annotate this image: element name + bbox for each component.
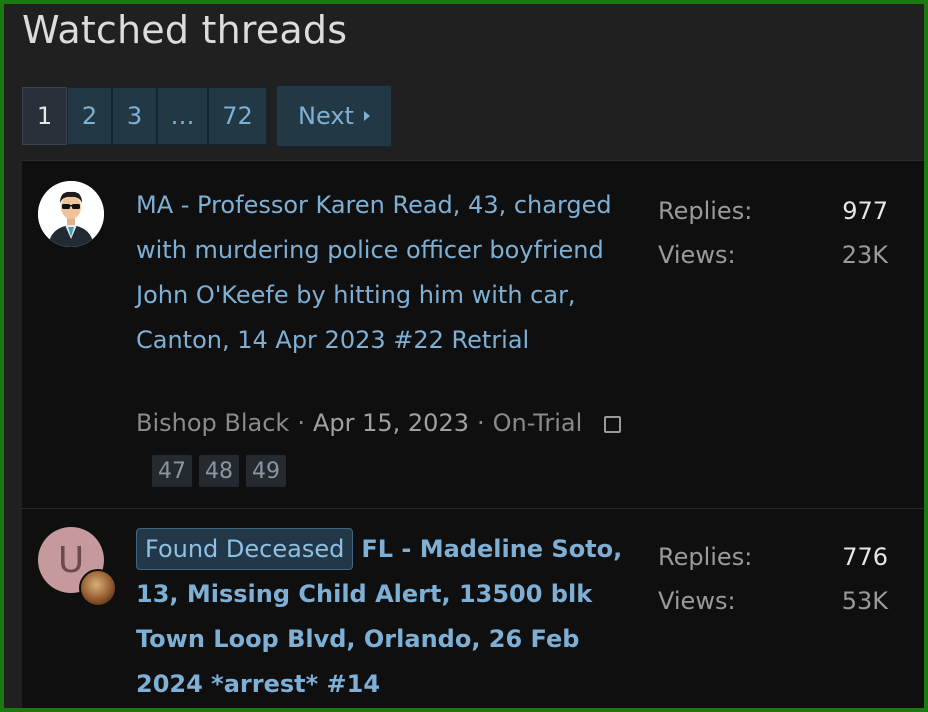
thread-stats: Replies: 776 Views: 53K [658, 535, 888, 623]
thread-title: Found Deceased FL - Madeline Soto, 13, Mi… [136, 527, 636, 707]
thread-page-link[interactable]: 47 [152, 455, 192, 487]
replies-count: 776 [842, 543, 888, 571]
views-row: Views: 23K [658, 233, 888, 277]
avatar-letter: U [57, 539, 85, 581]
thread-stats: Replies: 977 Views: 23K [658, 189, 888, 277]
thread-prefix-badge[interactable]: Found Deceased [136, 528, 354, 570]
thread-list: MA - Professor Karen Read, 43, charged w… [22, 160, 924, 708]
page-1-link[interactable]: 1 [22, 87, 67, 145]
page-jump-ellipsis[interactable]: … [157, 87, 208, 145]
replies-label: Replies: [658, 197, 753, 225]
thread-page-links: 47 48 49 [152, 455, 286, 487]
meta-separator: · [477, 409, 485, 437]
replies-row: Replies: 977 [658, 189, 888, 233]
replies-label: Replies: [658, 543, 753, 571]
page-72-link[interactable]: 72 [208, 87, 267, 145]
meta-separator: · [297, 409, 305, 437]
avatar[interactable] [38, 181, 104, 247]
thread-row: MA - Professor Karen Read, 43, charged w… [22, 161, 924, 509]
views-row: Views: 53K [658, 579, 888, 623]
page-3-link[interactable]: 3 [112, 87, 157, 145]
user-avatar-icon [38, 181, 104, 247]
thread-start-date[interactable]: Apr 15, 2023 [313, 409, 469, 437]
next-label: Next [298, 102, 354, 130]
page-2-link[interactable]: 2 [67, 87, 112, 145]
thread-title-link[interactable]: MA - Professor Karen Read, 43, charged w… [136, 183, 636, 363]
thread-author-link[interactable]: Bishop Black [136, 409, 289, 437]
chevron-right-icon [363, 111, 370, 121]
pagination: 1 2 3 … 72 Next [22, 85, 392, 147]
views-count: 53K [841, 587, 888, 615]
thread-page-link[interactable]: 48 [199, 455, 239, 487]
views-count: 23K [841, 241, 888, 269]
replies-count: 977 [842, 197, 888, 225]
thread-meta: Bishop Black · Apr 15, 2023 · On-Trial [136, 409, 582, 437]
last-poster-avatar[interactable] [79, 569, 117, 607]
checkbox-icon[interactable] [604, 416, 621, 433]
thread-forum-link[interactable]: On-Trial [493, 409, 583, 437]
thread-row: U Found Deceased FL - Madeline Soto, 13, … [22, 509, 924, 708]
page-title: Watched threads [22, 8, 348, 52]
views-label: Views: [658, 241, 736, 269]
thread-page-link[interactable]: 49 [246, 455, 286, 487]
next-page-button[interactable]: Next [276, 85, 392, 147]
views-label: Views: [658, 587, 736, 615]
replies-row: Replies: 776 [658, 535, 888, 579]
watched-threads-page: Watched threads 1 2 3 … 72 Next MA - Pro… [4, 4, 924, 708]
